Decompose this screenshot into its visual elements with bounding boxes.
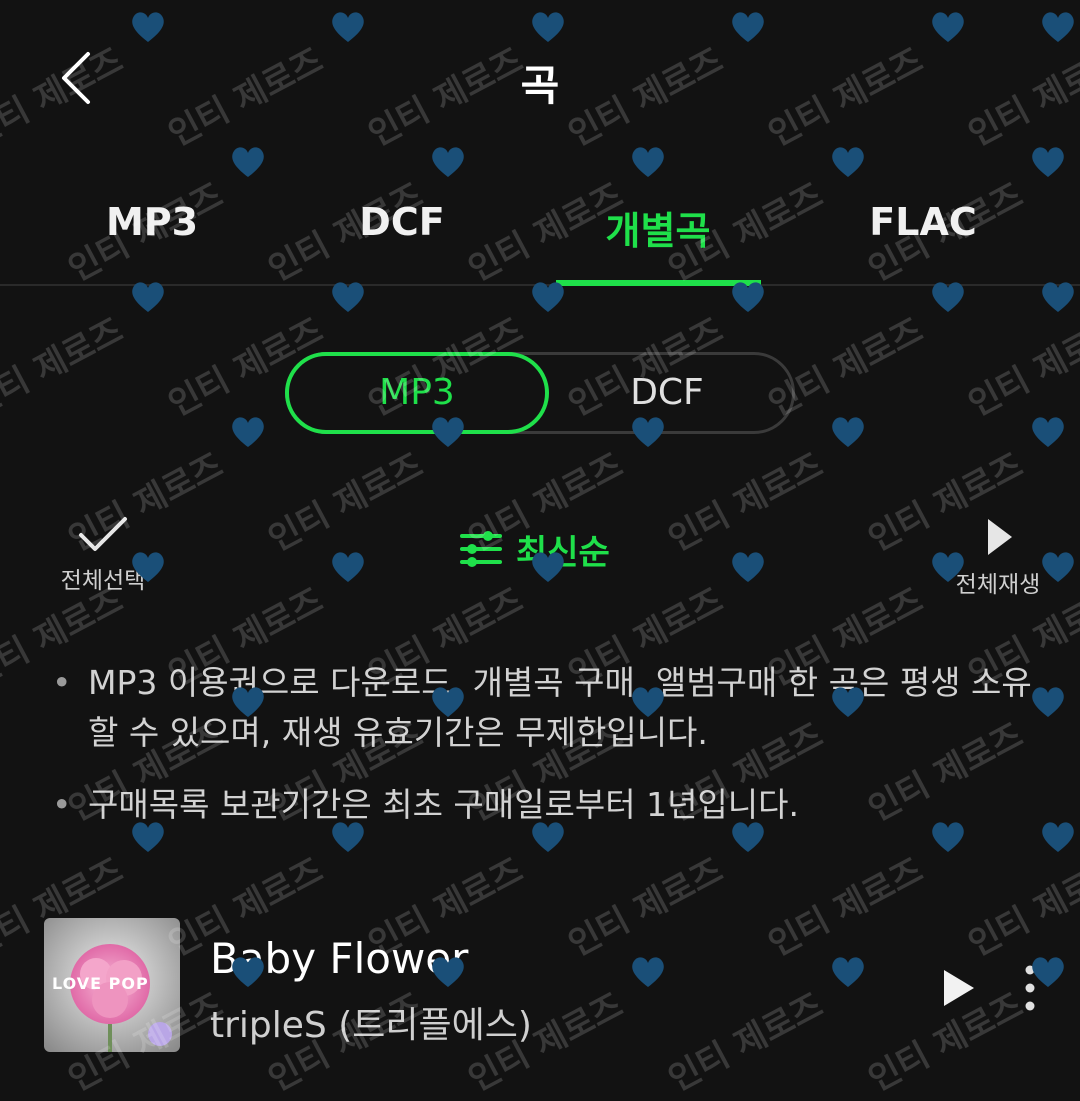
tab-flac[interactable]: FLAC <box>803 200 1043 244</box>
format-toggle: MP3 DCF <box>285 352 795 434</box>
watermark-text: 인티 제로즈 <box>662 445 830 560</box>
album-cover[interactable]: LOVE POP <box>44 918 180 1052</box>
format-option-dcf[interactable]: DCF <box>538 355 796 431</box>
more-vertical-icon <box>1025 965 1035 1011</box>
song-artist: tripleS (트리플에스) <box>210 1005 532 1046</box>
tab-dcf[interactable]: DCF <box>282 200 522 244</box>
song-title: Baby Flower <box>210 934 469 983</box>
heart-icon <box>430 145 466 179</box>
active-tab-indicator <box>556 280 761 286</box>
check-icon <box>79 517 127 551</box>
play-icon <box>988 519 1012 555</box>
notice-text: MP3 이용권으로 다운로드, 개별곡 구매, 앨범구매 한 곡은 평생 소유할… <box>88 663 1032 752</box>
heart-icon <box>830 415 866 449</box>
heart-icon <box>530 10 566 44</box>
heart-icon <box>230 145 266 179</box>
select-all-button[interactable]: 전체선택 <box>48 515 158 595</box>
heart-icon <box>830 145 866 179</box>
heart-icon <box>1030 685 1066 719</box>
play-all-label: 전체재생 <box>955 572 1041 598</box>
notice-item: • 구매목록 보관기간은 최초 구매일로부터 1년입니다. <box>52 780 1032 830</box>
song-play-button[interactable] <box>938 966 978 1010</box>
watermark-text: 인티 제로즈 <box>0 310 130 425</box>
bullet: • <box>52 663 72 702</box>
sort-button[interactable]: 최신순 <box>460 524 610 574</box>
page-title: 곡 <box>520 61 560 110</box>
heart-icon <box>730 550 766 584</box>
tab-mp3[interactable]: MP3 <box>32 200 272 244</box>
heart-icon <box>930 10 966 44</box>
heart-icon <box>1040 820 1076 854</box>
heart-icon <box>730 10 766 44</box>
song-list-item[interactable]: LOVE POP Baby Flower tripleS (트리플에스) <box>44 916 1080 1052</box>
notice-text: 구매목록 보관기간은 최초 구매일로부터 1년입니다. <box>88 785 800 824</box>
play-icon <box>944 970 974 1006</box>
sliders-icon <box>460 531 502 567</box>
sort-label: 최신순 <box>516 532 610 573</box>
song-more-button[interactable] <box>1018 964 1042 1012</box>
heart-icon <box>130 10 166 44</box>
heart-icon <box>630 145 666 179</box>
watermark-text: 인티 제로즈 <box>962 310 1080 425</box>
heart-icon <box>230 415 266 449</box>
format-option-mp3[interactable]: MP3 <box>285 352 549 434</box>
tab-individual-songs[interactable]: 개별곡 <box>538 200 778 255</box>
heart-icon <box>330 550 366 584</box>
bullet: • <box>52 785 72 824</box>
notice-item: • MP3 이용권으로 다운로드, 개별곡 구매, 앨범구매 한 곡은 평생 소… <box>52 658 1032 758</box>
tab-bar: MP3 DCF 개별곡 FLAC <box>0 180 1080 286</box>
select-all-label: 전체선택 <box>60 568 146 594</box>
heart-icon <box>330 10 366 44</box>
heart-icon <box>1040 10 1076 44</box>
watermark-text: 인티 제로즈 <box>262 445 430 560</box>
heart-icon <box>1030 145 1066 179</box>
heart-icon <box>1030 415 1066 449</box>
album-cover-text: LOVE POP <box>52 974 149 993</box>
notice-list: • MP3 이용권으로 다운로드, 개별곡 구매, 앨범구매 한 곡은 평생 소… <box>52 658 1032 852</box>
play-all-button[interactable]: 전체재생 <box>946 515 1050 598</box>
